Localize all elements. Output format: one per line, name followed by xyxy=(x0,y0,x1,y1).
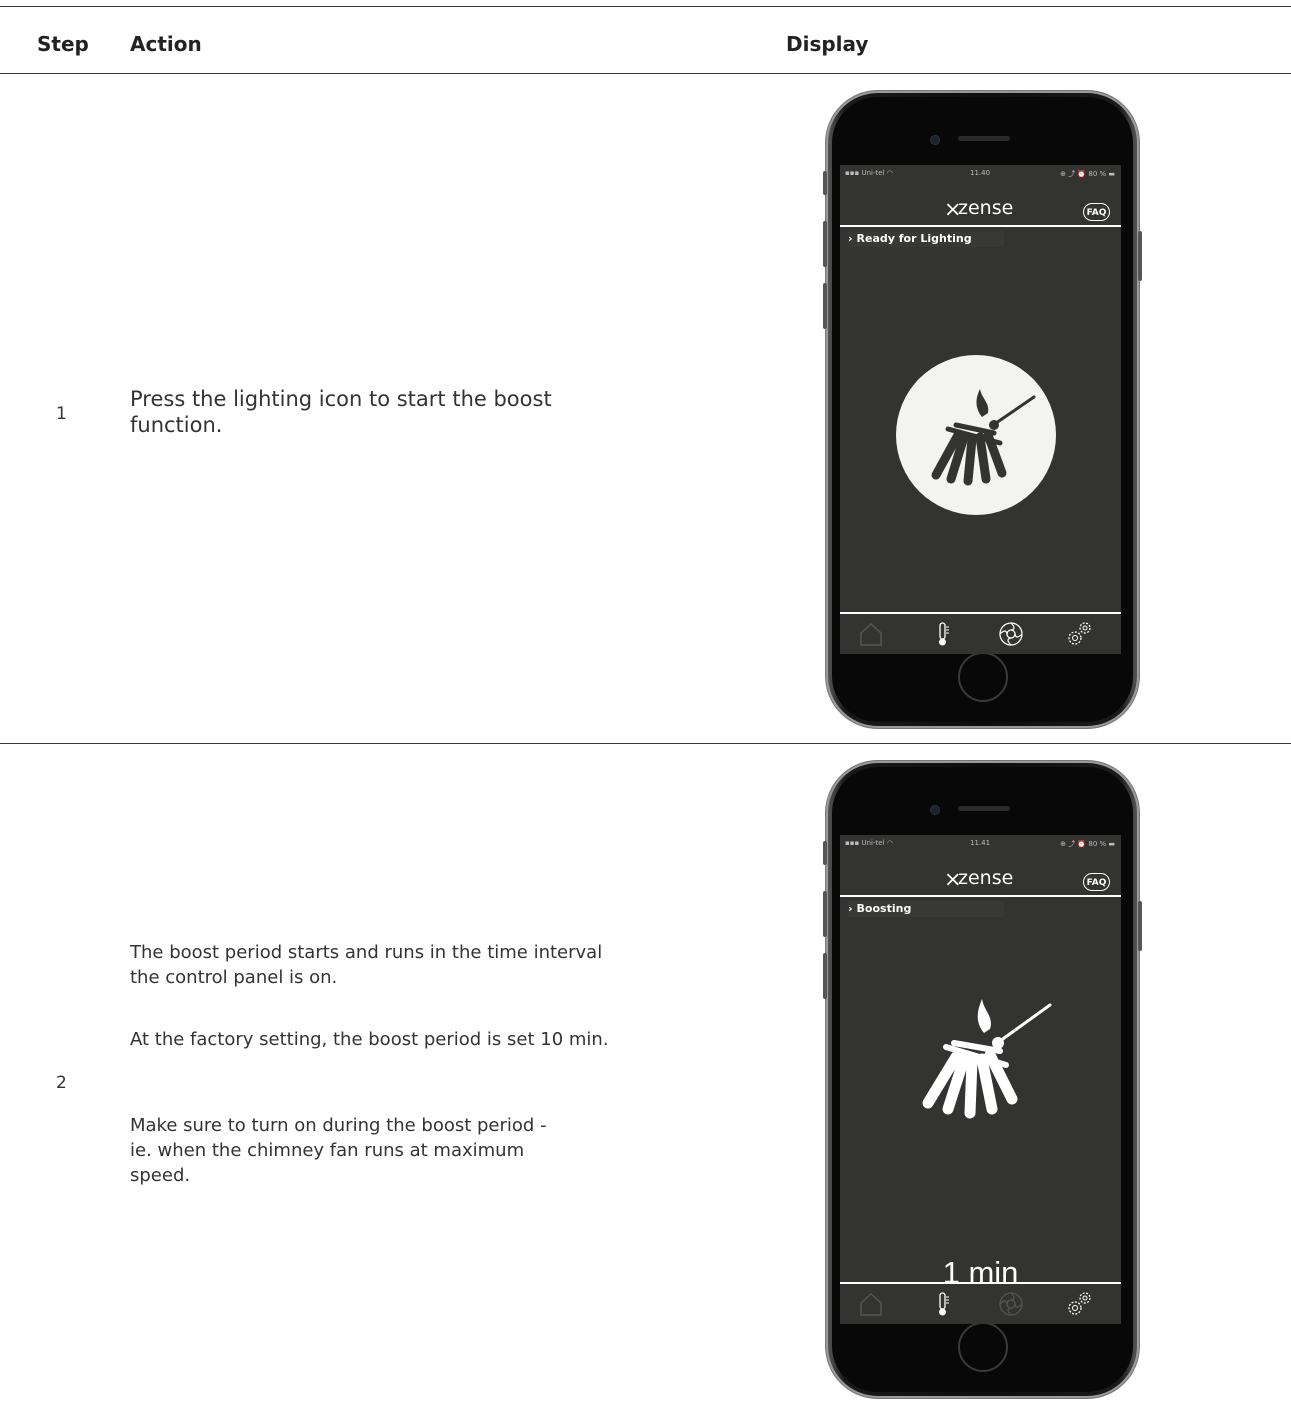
tab-bar xyxy=(840,1283,1121,1324)
table-top-rule xyxy=(0,6,1291,7)
brand-name: zense xyxy=(958,867,1014,889)
phone-power-button xyxy=(1138,231,1142,281)
battery-indicator: ⊕ ⤴ ⏰ 80 % ▬ xyxy=(1060,170,1115,178)
home-button[interactable] xyxy=(958,1322,1008,1372)
step-number: 1 xyxy=(56,404,67,424)
status-message: › Ready for Lighting xyxy=(848,231,1004,247)
battery-indicator: ⊕ ⤴ ⏰ 80 % ▬ xyxy=(1060,840,1115,848)
tab-bar xyxy=(840,613,1121,654)
speaker-grille xyxy=(958,136,1010,141)
step-number: 2 xyxy=(56,1073,67,1093)
thermometer-icon[interactable] xyxy=(930,621,956,647)
lighting-icon xyxy=(931,389,1036,486)
header-bottom-rule xyxy=(0,73,1291,74)
fan-icon[interactable] xyxy=(998,621,1024,647)
phone-mockup: ▪▪▪ Uni-tel ◠ 11.40 ⊕ ⤴ ⏰ 80 % ▬ ⨯ zense… xyxy=(823,91,1142,728)
action-text: Press the lighting icon to start the boo… xyxy=(130,387,552,437)
home-icon[interactable] xyxy=(858,621,884,647)
row-divider xyxy=(0,743,1291,744)
header-divider xyxy=(840,895,1121,897)
thermometer-icon[interactable] xyxy=(930,1291,956,1317)
phone-volume-up xyxy=(823,221,827,267)
speaker-grille xyxy=(958,806,1010,811)
settings-icon[interactable] xyxy=(1066,1291,1092,1317)
header-divider xyxy=(840,225,1121,227)
phone-volume-down xyxy=(823,283,827,329)
action-paragraph: At the factory setting, the boost period… xyxy=(130,1029,609,1050)
phone-mockup: ▪▪▪ Uni-tel ◠ 11.41 ⊕ ⤴ ⏰ 80 % ▬ ⨯ zense… xyxy=(823,761,1142,1398)
faq-button[interactable]: FAQ xyxy=(1083,873,1110,891)
phone-mute-switch xyxy=(823,841,827,865)
settings-icon[interactable] xyxy=(1066,621,1092,647)
header-step: Step xyxy=(37,32,89,56)
home-icon[interactable] xyxy=(858,1291,884,1317)
phone-volume-up xyxy=(823,891,827,937)
phone-mute-switch xyxy=(823,171,827,195)
brand-name: zense xyxy=(958,197,1014,219)
clock: 11.41 xyxy=(970,839,991,847)
phone-volume-down xyxy=(823,953,827,999)
camera-icon xyxy=(930,135,940,145)
carrier-label: ▪▪▪ Uni-tel ◠ xyxy=(845,169,893,177)
chevron-right-icon: › xyxy=(848,232,853,245)
clock: 11.40 xyxy=(970,169,991,177)
ios-status-bar: ▪▪▪ Uni-tel ◠ 11.40 ⊕ ⤴ ⏰ 80 % ▬ xyxy=(840,169,1121,181)
lighting-button[interactable] xyxy=(896,355,1056,515)
status-message-text: Boosting xyxy=(856,902,912,915)
app-screen: ▪▪▪ Uni-tel ◠ 11.41 ⊕ ⤴ ⏰ 80 % ▬ ⨯ zense… xyxy=(840,835,1121,1324)
faq-button[interactable]: FAQ xyxy=(1083,203,1110,221)
fan-icon[interactable] xyxy=(998,1291,1024,1317)
carrier-label: ▪▪▪ Uni-tel ◠ xyxy=(845,839,893,847)
app-screen: ▪▪▪ Uni-tel ◠ 11.40 ⊕ ⤴ ⏰ 80 % ▬ ⨯ zense… xyxy=(840,165,1121,654)
status-message: › Boosting xyxy=(848,901,1004,917)
xzense-logo: ⨯ zense xyxy=(944,867,1014,891)
phone-power-button xyxy=(1138,901,1142,951)
lighting-icon xyxy=(922,999,1052,1119)
header-display: Display xyxy=(786,32,869,56)
home-button[interactable] xyxy=(958,652,1008,702)
action-paragraph: Make sure to turn on during the boost pe… xyxy=(130,1115,547,1186)
header-action: Action xyxy=(130,32,202,56)
action-paragraph: The boost period starts and runs in the … xyxy=(130,942,603,988)
ios-status-bar: ▪▪▪ Uni-tel ◠ 11.41 ⊕ ⤴ ⏰ 80 % ▬ xyxy=(840,839,1121,851)
status-message-text: Ready for Lighting xyxy=(856,232,972,245)
camera-icon xyxy=(930,805,940,815)
xzense-logo: ⨯ zense xyxy=(944,197,1014,221)
chevron-right-icon: › xyxy=(848,902,853,915)
